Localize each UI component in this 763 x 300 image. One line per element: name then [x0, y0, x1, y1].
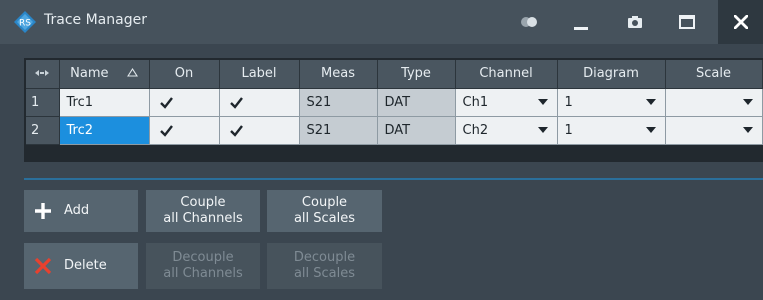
- column-header-label[interactable]: Label: [219, 60, 300, 89]
- decouple-scales-line1: Decouple: [293, 250, 356, 265]
- plus-icon: [34, 190, 52, 232]
- add-button[interactable]: Add: [24, 190, 138, 232]
- row-number[interactable]: 1: [26, 88, 60, 117]
- trace-on-checkbox[interactable]: [149, 88, 220, 117]
- couple-scales-line2: all Scales: [293, 211, 356, 226]
- chevron-down-icon: [742, 127, 753, 133]
- column-header-channel[interactable]: Channel: [455, 60, 558, 89]
- couple-all-channels-button[interactable]: Couple all Channels: [146, 190, 260, 232]
- close-icon: [34, 243, 52, 289]
- chevron-down-icon: [742, 99, 753, 105]
- trace-table: Name On Label Meas Type Channel Diagram …: [24, 58, 763, 162]
- maximize-icon[interactable]: [664, 0, 710, 44]
- table-row[interactable]: 2 Trc2 S21 DAT Ch2 1: [26, 116, 763, 145]
- chevron-down-icon: [537, 99, 548, 105]
- decouple-channels-line1: Decouple: [172, 250, 234, 265]
- svg-text:RS: RS: [19, 19, 31, 29]
- chevron-down-icon: [645, 127, 656, 133]
- trace-scale-dropdown[interactable]: [665, 116, 763, 145]
- section-divider: [24, 178, 763, 180]
- delete-button-label: Delete: [64, 258, 107, 273]
- column-header-label: Name: [70, 66, 109, 82]
- column-header-scale[interactable]: Scale: [665, 60, 763, 89]
- trace-label-checkbox[interactable]: [219, 88, 300, 117]
- trace-scale-dropdown[interactable]: [665, 88, 763, 117]
- decouple-all-channels-label: Decouple all Channels: [163, 250, 242, 282]
- title-bar: RS Trace Manager: [0, 0, 763, 44]
- close-icon[interactable]: [718, 0, 763, 44]
- minimize-icon[interactable]: [558, 0, 604, 44]
- table-header-row: Name On Label Meas Type Channel Diagram …: [26, 60, 763, 89]
- chevron-down-icon: [537, 127, 548, 133]
- column-header-name[interactable]: Name: [59, 60, 150, 89]
- column-handle-icon[interactable]: [26, 60, 60, 89]
- trace-channel-dropdown[interactable]: Ch1: [455, 88, 558, 117]
- column-header-diagram[interactable]: Diagram: [557, 60, 666, 89]
- delete-button[interactable]: Delete: [24, 243, 138, 289]
- couple-all-scales-button[interactable]: Couple all Scales: [267, 190, 382, 232]
- chevron-down-icon: [645, 99, 656, 105]
- trace-on-checkbox[interactable]: [149, 116, 220, 145]
- couple-channels-line1: Couple: [180, 195, 226, 210]
- sort-triangle-icon: [126, 68, 138, 77]
- trace-channel-value: Ch1: [462, 94, 489, 110]
- add-button-label: Add: [64, 203, 90, 218]
- trace-type-cell: DAT: [377, 88, 456, 117]
- column-header-type[interactable]: Type: [377, 60, 456, 89]
- couple-all-scales-label: Couple all Scales: [294, 195, 355, 227]
- column-header-on[interactable]: On: [149, 60, 220, 89]
- trace-channel-dropdown[interactable]: Ch2: [455, 116, 558, 145]
- couple-scales-line1: Couple: [301, 195, 348, 210]
- decouple-all-scales-button[interactable]: Decouple all Scales: [267, 243, 382, 289]
- trace-diagram-value: 1: [564, 122, 573, 138]
- checkmark-icon: [229, 124, 243, 137]
- couple-all-channels-label: Couple all Channels: [163, 195, 242, 227]
- row-number[interactable]: 2: [26, 116, 60, 145]
- toggle-icon[interactable]: [506, 0, 552, 44]
- column-header-meas[interactable]: Meas: [299, 60, 378, 89]
- trace-type-cell: DAT: [377, 116, 456, 145]
- trace-meas-cell[interactable]: S21: [299, 116, 378, 145]
- decouple-all-scales-label: Decouple all Scales: [294, 250, 355, 282]
- trace-channel-value: Ch2: [462, 122, 489, 138]
- decouple-all-channels-button[interactable]: Decouple all Channels: [146, 243, 260, 289]
- camera-icon[interactable]: [612, 0, 658, 44]
- window-title: Trace Manager: [44, 12, 147, 28]
- checkmark-icon: [229, 96, 243, 109]
- checkmark-icon: [159, 96, 173, 109]
- decouple-channels-line2: all Channels: [163, 266, 243, 281]
- rs-logo-icon: RS: [14, 11, 36, 33]
- trace-name-cell[interactable]: Trc1: [59, 88, 150, 117]
- checkmark-icon: [159, 124, 173, 137]
- trace-diagram-dropdown[interactable]: 1: [557, 116, 666, 145]
- trace-meas-cell[interactable]: S21: [299, 88, 378, 117]
- trace-name-cell[interactable]: Trc2: [59, 116, 150, 145]
- trace-diagram-value: 1: [564, 94, 573, 110]
- couple-channels-line2: all Channels: [163, 211, 243, 226]
- table-row[interactable]: 1 Trc1 S21 DAT Ch1 1: [26, 88, 763, 117]
- decouple-scales-line2: all Scales: [293, 266, 356, 281]
- trace-diagram-dropdown[interactable]: 1: [557, 88, 666, 117]
- trace-label-checkbox[interactable]: [219, 116, 300, 145]
